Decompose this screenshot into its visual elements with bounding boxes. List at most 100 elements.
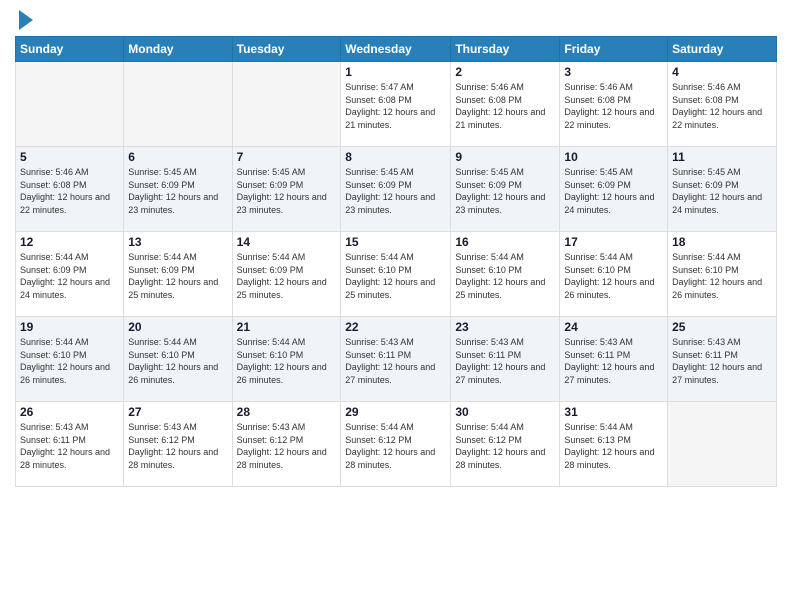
weekday-header-tuesday: Tuesday (232, 37, 341, 62)
day-info: Sunrise: 5:44 AM Sunset: 6:09 PM Dayligh… (237, 251, 337, 301)
day-info: Sunrise: 5:45 AM Sunset: 6:09 PM Dayligh… (455, 166, 555, 216)
day-number: 28 (237, 405, 337, 419)
day-number: 9 (455, 150, 555, 164)
calendar-cell: 8 Sunrise: 5:45 AM Sunset: 6:09 PM Daylig… (341, 147, 451, 232)
day-info: Sunrise: 5:44 AM Sunset: 6:09 PM Dayligh… (20, 251, 119, 301)
calendar-cell: 7Sunrise: 5:45 AM Sunset: 6:09 PM Daylig… (232, 147, 341, 232)
day-number: 22 (345, 320, 446, 334)
calendar-week-row: 12 Sunrise: 5:44 AM Sunset: 6:09 PM Dayli… (16, 232, 777, 317)
day-info: Sunrise: 5:47 AM Sunset: 6:08 PM Dayligh… (345, 81, 446, 131)
calendar-cell: 24 Sunrise: 5:43 AM Sunset: 6:11 PM Dayli… (560, 317, 668, 402)
day-number: 2 (455, 65, 555, 79)
logo (15, 10, 33, 30)
day-number: 27 (128, 405, 227, 419)
day-number: 20 (128, 320, 227, 334)
day-number: 19 (20, 320, 119, 334)
day-number: 16 (455, 235, 555, 249)
day-info: Sunrise: 5:44 AM Sunset: 6:12 PM Dayligh… (455, 421, 555, 471)
calendar-page: SundayMondayTuesdayWednesdayThursdayFrid… (0, 0, 792, 612)
day-info: Sunrise: 5:44 AM Sunset: 6:09 PM Dayligh… (128, 251, 227, 301)
day-number: 12 (20, 235, 119, 249)
day-info: Sunrise: 5:44 AM Sunset: 6:10 PM Dayligh… (128, 336, 227, 386)
day-info: Sunrise: 5:43 AM Sunset: 6:11 PM Dayligh… (564, 336, 663, 386)
calendar-cell: 23 Sunrise: 5:43 AM Sunset: 6:11 PM Dayli… (451, 317, 560, 402)
calendar-cell: 19 Sunrise: 5:44 AM Sunset: 6:10 PM Dayli… (16, 317, 124, 402)
calendar-cell: 10Sunrise: 5:45 AM Sunset: 6:09 PM Dayli… (560, 147, 668, 232)
day-number: 24 (564, 320, 663, 334)
calendar-cell: 5Sunrise: 5:46 AM Sunset: 6:08 PM Daylig… (16, 147, 124, 232)
calendar-week-row: 19 Sunrise: 5:44 AM Sunset: 6:10 PM Dayli… (16, 317, 777, 402)
day-number: 8 (345, 150, 446, 164)
day-number: 15 (345, 235, 446, 249)
day-number: 29 (345, 405, 446, 419)
calendar-cell: 1 Sunrise: 5:47 AM Sunset: 6:08 PM Daylig… (341, 62, 451, 147)
day-number: 23 (455, 320, 555, 334)
calendar-cell: 21 Sunrise: 5:44 AM Sunset: 6:10 PM Dayli… (232, 317, 341, 402)
logo-arrow-icon (19, 10, 33, 30)
calendar-cell: 20 Sunrise: 5:44 AM Sunset: 6:10 PM Dayli… (124, 317, 232, 402)
calendar-cell: 29Sunrise: 5:44 AM Sunset: 6:12 PM Dayli… (341, 402, 451, 487)
day-info: Sunrise: 5:46 AM Sunset: 6:08 PM Dayligh… (20, 166, 119, 216)
calendar-cell (232, 62, 341, 147)
weekday-header-row: SundayMondayTuesdayWednesdayThursdayFrid… (16, 37, 777, 62)
day-info: Sunrise: 5:43 AM Sunset: 6:12 PM Dayligh… (128, 421, 227, 471)
day-number: 26 (20, 405, 119, 419)
day-info: Sunrise: 5:43 AM Sunset: 6:11 PM Dayligh… (455, 336, 555, 386)
calendar-cell (668, 402, 777, 487)
day-info: Sunrise: 5:43 AM Sunset: 6:12 PM Dayligh… (237, 421, 337, 471)
calendar-cell: 13 Sunrise: 5:44 AM Sunset: 6:09 PM Dayli… (124, 232, 232, 317)
weekday-header-friday: Friday (560, 37, 668, 62)
calendar-cell: 4 Sunrise: 5:46 AM Sunset: 6:08 PM Daylig… (668, 62, 777, 147)
calendar-cell: 12 Sunrise: 5:44 AM Sunset: 6:09 PM Dayli… (16, 232, 124, 317)
day-number: 1 (345, 65, 446, 79)
calendar-week-row: 5Sunrise: 5:46 AM Sunset: 6:08 PM Daylig… (16, 147, 777, 232)
calendar-cell: 6 Sunrise: 5:45 AM Sunset: 6:09 PM Daylig… (124, 147, 232, 232)
day-info: Sunrise: 5:43 AM Sunset: 6:11 PM Dayligh… (672, 336, 772, 386)
day-number: 6 (128, 150, 227, 164)
calendar-cell: 3Sunrise: 5:46 AM Sunset: 6:08 PM Daylig… (560, 62, 668, 147)
day-number: 13 (128, 235, 227, 249)
calendar-cell: 17 Sunrise: 5:44 AM Sunset: 6:10 PM Dayli… (560, 232, 668, 317)
header (15, 10, 777, 30)
day-number: 7 (237, 150, 337, 164)
day-number: 21 (237, 320, 337, 334)
calendar-cell: 14Sunrise: 5:44 AM Sunset: 6:09 PM Dayli… (232, 232, 341, 317)
calendar-cell: 22 Sunrise: 5:43 AM Sunset: 6:11 PM Dayli… (341, 317, 451, 402)
calendar-cell: 28 Sunrise: 5:43 AM Sunset: 6:12 PM Dayli… (232, 402, 341, 487)
calendar-cell: 18Sunrise: 5:44 AM Sunset: 6:10 PM Dayli… (668, 232, 777, 317)
day-info: Sunrise: 5:46 AM Sunset: 6:08 PM Dayligh… (672, 81, 772, 131)
weekday-header-wednesday: Wednesday (341, 37, 451, 62)
day-number: 4 (672, 65, 772, 79)
day-info: Sunrise: 5:44 AM Sunset: 6:10 PM Dayligh… (672, 251, 772, 301)
calendar-cell: 11 Sunrise: 5:45 AM Sunset: 6:09 PM Dayli… (668, 147, 777, 232)
day-info: Sunrise: 5:43 AM Sunset: 6:11 PM Dayligh… (345, 336, 446, 386)
weekday-header-sunday: Sunday (16, 37, 124, 62)
weekday-header-monday: Monday (124, 37, 232, 62)
calendar-cell: 9 Sunrise: 5:45 AM Sunset: 6:09 PM Daylig… (451, 147, 560, 232)
day-info: Sunrise: 5:45 AM Sunset: 6:09 PM Dayligh… (128, 166, 227, 216)
day-number: 25 (672, 320, 772, 334)
day-number: 11 (672, 150, 772, 164)
calendar-cell: 16Sunrise: 5:44 AM Sunset: 6:10 PM Dayli… (451, 232, 560, 317)
calendar-cell: 25 Sunrise: 5:43 AM Sunset: 6:11 PM Dayli… (668, 317, 777, 402)
calendar-cell: 2 Sunrise: 5:46 AM Sunset: 6:08 PM Daylig… (451, 62, 560, 147)
calendar-cell (124, 62, 232, 147)
day-info: Sunrise: 5:44 AM Sunset: 6:10 PM Dayligh… (237, 336, 337, 386)
weekday-header-thursday: Thursday (451, 37, 560, 62)
day-info: Sunrise: 5:45 AM Sunset: 6:09 PM Dayligh… (672, 166, 772, 216)
day-info: Sunrise: 5:44 AM Sunset: 6:10 PM Dayligh… (345, 251, 446, 301)
calendar-cell: 31Sunrise: 5:44 AM Sunset: 6:13 PM Dayli… (560, 402, 668, 487)
day-info: Sunrise: 5:45 AM Sunset: 6:09 PM Dayligh… (345, 166, 446, 216)
day-info: Sunrise: 5:44 AM Sunset: 6:10 PM Dayligh… (20, 336, 119, 386)
day-number: 17 (564, 235, 663, 249)
day-info: Sunrise: 5:44 AM Sunset: 6:10 PM Dayligh… (564, 251, 663, 301)
day-info: Sunrise: 5:46 AM Sunset: 6:08 PM Dayligh… (564, 81, 663, 131)
calendar-cell (16, 62, 124, 147)
day-info: Sunrise: 5:46 AM Sunset: 6:08 PM Dayligh… (455, 81, 555, 131)
calendar-cell: 27 Sunrise: 5:43 AM Sunset: 6:12 PM Dayli… (124, 402, 232, 487)
calendar-week-row: 26Sunrise: 5:43 AM Sunset: 6:11 PM Dayli… (16, 402, 777, 487)
day-info: Sunrise: 5:44 AM Sunset: 6:13 PM Dayligh… (564, 421, 663, 471)
day-number: 30 (455, 405, 555, 419)
calendar-week-row: 1 Sunrise: 5:47 AM Sunset: 6:08 PM Daylig… (16, 62, 777, 147)
day-number: 10 (564, 150, 663, 164)
